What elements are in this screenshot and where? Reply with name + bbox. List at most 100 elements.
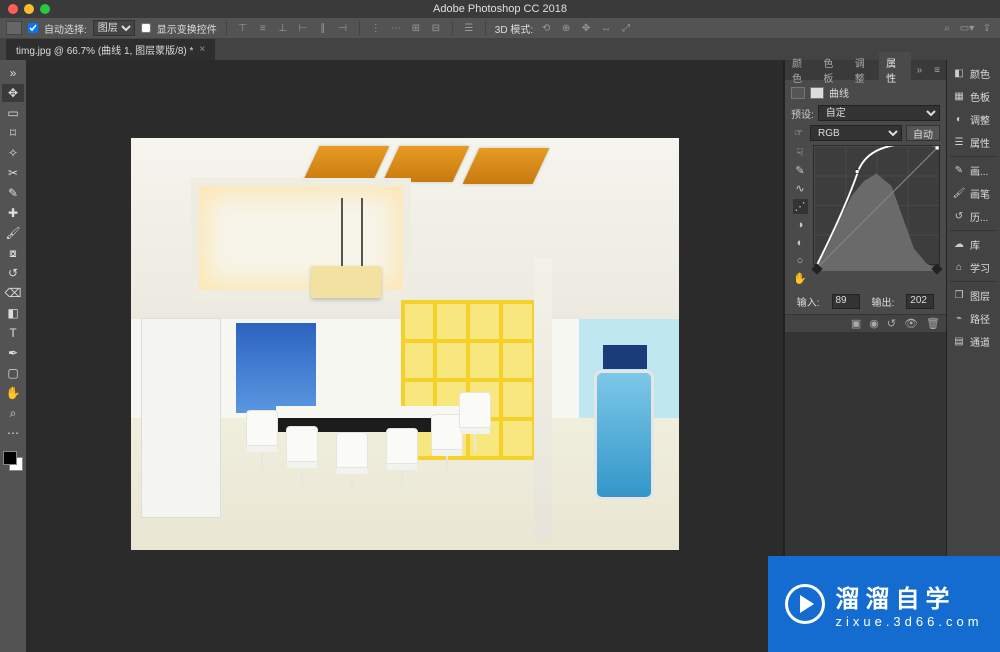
dock-brush-settings[interactable]: 🖌画笔 — [947, 182, 1000, 205]
workspace-icon[interactable]: ▭▾ — [960, 21, 974, 35]
scale-icon[interactable]: ⤢ — [619, 21, 633, 35]
delete-icon[interactable]: 🗑 — [926, 317, 940, 330]
slide-icon[interactable]: ↔ — [599, 21, 613, 35]
distribute-icon[interactable]: ⋯ — [389, 21, 403, 35]
history-brush-tool-icon[interactable]: ↺ — [2, 264, 24, 282]
pencil-icon[interactable]: ✎ — [793, 163, 808, 178]
target-adjust-icon[interactable]: ☞ — [791, 128, 806, 139]
dock-swatches[interactable]: ▦色板 — [947, 85, 1000, 108]
preset-dropdown[interactable]: 自定 — [818, 105, 940, 121]
zoom-tool-icon[interactable]: ⌕ — [2, 404, 24, 422]
canvas-area[interactable] — [26, 60, 784, 652]
rect-tool-icon[interactable]: ▢ — [2, 364, 24, 382]
dock-libraries[interactable]: ☁库 — [947, 233, 1000, 256]
document-tab[interactable]: timg.jpg @ 66.7% (曲线 1, 图层蒙版/8) * × — [6, 39, 215, 60]
title-bar: Adobe Photoshop CC 2018 — [0, 0, 1000, 18]
dock-layers[interactable]: ❐图层 — [947, 284, 1000, 307]
eraser-tool-icon[interactable]: ⌫ — [2, 284, 24, 302]
orbit-icon[interactable]: ⟲ — [539, 21, 553, 35]
search-icon[interactable]: ⌕ — [940, 21, 954, 35]
show-transform-checkbox[interactable] — [141, 23, 151, 33]
channel-dropdown[interactable]: RGB — [810, 125, 902, 141]
reset-icon[interactable]: ↺ — [887, 317, 896, 330]
arrange-icon[interactable]: ☰ — [462, 21, 476, 35]
distribute-icon[interactable]: ⊞ — [409, 21, 423, 35]
options-bar: 自动选择: 图层 显示变换控件 ⊤ ≡ ⊥ ⊢ ∥ ⊣ ⋮ ⋯ ⊞ ⊟ ☰ 3D… — [0, 18, 1000, 38]
preset-label: 预设: — [791, 106, 814, 121]
dock-channels[interactable]: ▤通道 — [947, 330, 1000, 353]
wand-tool-icon[interactable]: ✧ — [2, 144, 24, 162]
watermark-brand: 溜溜自学 — [835, 579, 955, 614]
pen-tool-icon[interactable]: ✒ — [2, 344, 24, 362]
align-hcenter-icon[interactable]: ∥ — [316, 21, 330, 35]
view-previous-icon[interactable]: ◉ — [869, 317, 879, 330]
dock-history[interactable]: ↺历... — [947, 205, 1000, 228]
curves-graph[interactable] — [813, 145, 940, 265]
white-point-handle[interactable] — [931, 263, 942, 274]
auto-button[interactable]: 自动 — [906, 125, 940, 141]
eyedropper-gray-icon[interactable]: ◐ — [793, 235, 808, 250]
eyedropper-tool-icon[interactable]: ✎ — [2, 184, 24, 202]
brush-tool-icon[interactable]: 🖌 — [2, 224, 24, 242]
dock-adjustments[interactable]: ◐调整 — [947, 108, 1000, 131]
more-tools-icon[interactable]: ⋯ — [2, 424, 24, 442]
dock-paths[interactable]: ⌁路径 — [947, 307, 1000, 330]
close-tab-icon[interactable]: × — [199, 44, 205, 55]
align-left-icon[interactable]: ⊢ — [296, 21, 310, 35]
properties-icon: ☰ — [952, 136, 966, 150]
color-swatches[interactable] — [2, 450, 24, 472]
visibility-icon[interactable]: 👁 — [904, 317, 918, 330]
separator — [226, 21, 227, 35]
dock-brushes[interactable]: ✎画... — [947, 159, 1000, 182]
clip-icon[interactable]: ▣ — [851, 317, 861, 330]
gradient-tool-icon[interactable]: ◧ — [2, 304, 24, 322]
dock-color[interactable]: ◧颜色 — [947, 62, 1000, 85]
roll-icon[interactable]: ⊕ — [559, 21, 573, 35]
foreground-color[interactable] — [3, 451, 17, 465]
auto-select-checkbox[interactable] — [28, 23, 38, 33]
crop-tool-icon[interactable]: ✂ — [2, 164, 24, 182]
watermark-site: zixue.3d66.com — [835, 614, 982, 629]
dock-properties[interactable]: ☰属性 — [947, 131, 1000, 154]
align-vcenter-icon[interactable]: ≡ — [256, 21, 270, 35]
close-window-icon[interactable] — [8, 4, 18, 14]
eyedropper-black-icon[interactable]: ◑ — [793, 217, 808, 232]
finger-icon[interactable]: ☟ — [793, 145, 808, 160]
maximize-window-icon[interactable] — [40, 4, 50, 14]
input-value[interactable]: 89 — [832, 294, 860, 309]
distribute-icon[interactable]: ⊟ — [429, 21, 443, 35]
window-controls — [8, 4, 50, 14]
marquee-tool-icon[interactable]: ▭ — [2, 104, 24, 122]
libraries-icon: ☁ — [952, 238, 966, 252]
pan-icon[interactable]: ✥ — [579, 21, 593, 35]
collapse-icon[interactable]: » — [2, 64, 24, 82]
hand-clip-icon[interactable]: ✋ — [793, 271, 808, 286]
tool-preset-icon[interactable] — [6, 21, 22, 35]
mask-icon — [810, 87, 824, 99]
smooth-icon[interactable]: ∿ — [793, 181, 808, 196]
move-tool-icon[interactable]: ✥ — [2, 84, 24, 102]
align-bottom-icon[interactable]: ⊥ — [276, 21, 290, 35]
heal-tool-icon[interactable]: ✚ — [2, 204, 24, 222]
minimize-window-icon[interactable] — [24, 4, 34, 14]
dock-learn[interactable]: ⌂学习 — [947, 256, 1000, 279]
stamp-tool-icon[interactable]: ⧇ — [2, 244, 24, 262]
align-top-icon[interactable]: ⊤ — [236, 21, 250, 35]
adjustment-icon — [791, 87, 805, 99]
black-point-handle[interactable] — [811, 263, 822, 274]
input-label: 输入: — [797, 294, 820, 309]
left-toolbox: » ✥ ▭ ⌑ ✧ ✂ ✎ ✚ 🖌 ⧇ ↺ ⌫ ◧ T ✒ ▢ ✋ ⌕ ⋯ — [0, 60, 26, 652]
curve-point-icon[interactable]: ⋰ — [793, 199, 808, 214]
channels-icon: ▤ — [952, 335, 966, 349]
type-tool-icon[interactable]: T — [2, 324, 24, 342]
panel-menu-icon[interactable]: ≡ — [928, 65, 946, 76]
lasso-tool-icon[interactable]: ⌑ — [2, 124, 24, 142]
eyedropper-white-icon[interactable]: ○ — [793, 253, 808, 268]
output-value[interactable]: 202 — [906, 294, 934, 309]
hand-tool-icon[interactable]: ✋ — [2, 384, 24, 402]
share-icon[interactable]: ⇪ — [980, 21, 994, 35]
align-right-icon[interactable]: ⊣ — [336, 21, 350, 35]
panel-collapse-icon[interactable]: » — [911, 65, 929, 76]
distribute-icon[interactable]: ⋮ — [369, 21, 383, 35]
auto-select-dropdown[interactable]: 图层 — [93, 20, 135, 36]
